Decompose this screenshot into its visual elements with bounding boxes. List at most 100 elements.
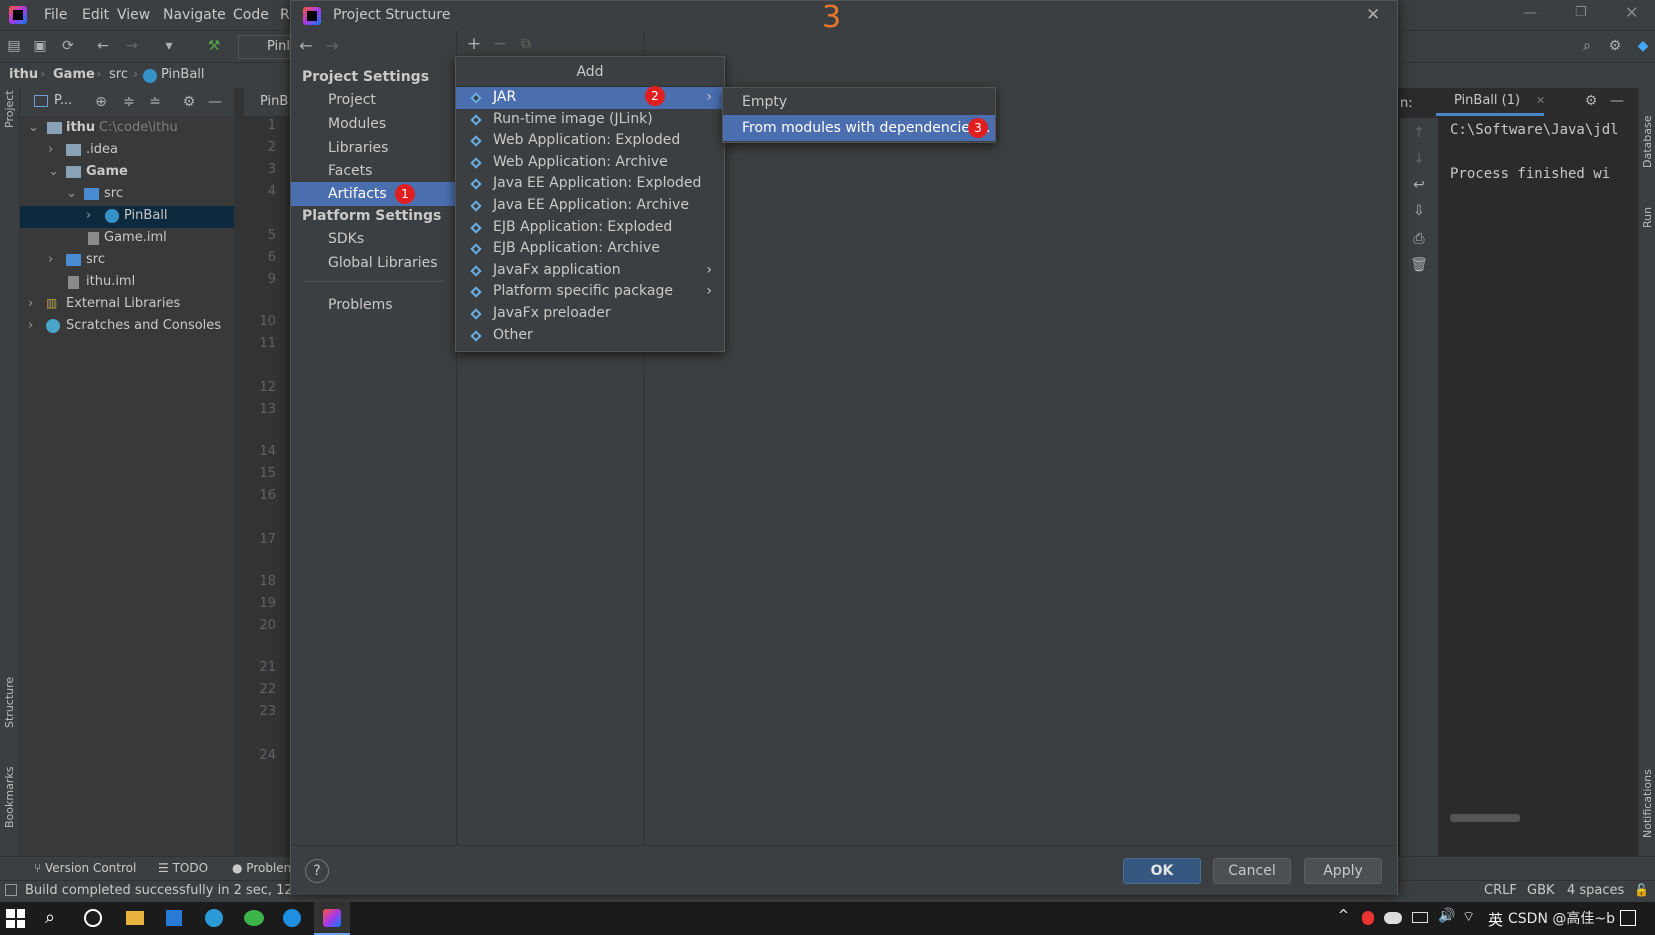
tray-qq-icon[interactable]	[1362, 911, 1374, 925]
search-taskbar-icon[interactable]: ⌕	[45, 907, 55, 928]
jetbrains-toolbox-icon[interactable]: ◆	[1634, 37, 1652, 55]
sync-icon[interactable]: ⟳	[59, 37, 77, 55]
console-output[interactable]: C:\Software\Java\jdl Process finished wi	[1438, 118, 1638, 856]
apply-button[interactable]: Apply	[1304, 858, 1382, 884]
sidebar-item-project[interactable]: Project	[291, 88, 457, 112]
encoding-indicator[interactable]: GBK	[1527, 883, 1555, 898]
menu-navigate[interactable]: Navigate	[163, 7, 226, 23]
breadcrumb-ithu[interactable]: ithu	[9, 67, 38, 82]
add-menu-item-run-time-image-jlink[interactable]: Run-time image (JLink)	[456, 109, 724, 131]
tree-item-src[interactable]: ⌄ src	[20, 184, 234, 206]
ok-button[interactable]: OK	[1123, 858, 1201, 884]
problems-tab[interactable]: ● Problen	[232, 861, 291, 875]
windows-start-icon[interactable]	[6, 909, 25, 928]
console-scrollbar[interactable]	[1450, 814, 1520, 822]
nav-back-icon[interactable]: ←	[297, 37, 315, 55]
sidebar-item-global-libraries[interactable]: Global Libraries	[291, 251, 457, 275]
version-control-tab[interactable]: ⑂ Version Control	[34, 861, 136, 875]
sidebar-item-artifacts[interactable]: Artifacts 1	[291, 182, 457, 206]
status-box-icon[interactable]	[5, 884, 17, 896]
forward-icon[interactable]: →	[123, 37, 141, 55]
add-menu-item-javafx-preloader[interactable]: JavaFx preloader	[456, 303, 724, 325]
add-menu-item-javafx-application[interactable]: JavaFx application ›	[456, 260, 724, 282]
menu-code[interactable]: Code	[233, 7, 269, 23]
todo-tab[interactable]: ☰ TODO	[158, 861, 208, 875]
hide-panel-icon[interactable]: —	[206, 93, 224, 111]
run-gear-icon[interactable]: ⚙	[1582, 92, 1600, 110]
menu-view[interactable]: View	[117, 7, 150, 23]
database-tool-tab[interactable]: Database	[1641, 116, 1654, 169]
back-icon[interactable]: ←	[94, 37, 112, 55]
run-tab[interactable]: PinBall (1) ✕	[1436, 90, 1545, 116]
help-button[interactable]: ?	[305, 859, 329, 883]
trash-icon[interactable]: 🗑	[1410, 256, 1428, 274]
menu-file[interactable]: File	[44, 7, 67, 23]
tree-item-ithu-iml[interactable]: ithu.iml	[20, 272, 234, 294]
sidebar-item-facets[interactable]: Facets	[291, 159, 457, 183]
store-icon[interactable]	[166, 910, 182, 926]
wechat-icon[interactable]	[244, 910, 264, 926]
tree-item-idea[interactable]: › .idea	[20, 140, 234, 162]
notifications-tool-tab[interactable]: Notifications	[1641, 769, 1654, 838]
cortana-icon[interactable]	[84, 909, 102, 927]
wifi-icon[interactable]: ⌔	[1462, 908, 1475, 926]
tree-item-game-iml[interactable]: Game.iml	[20, 228, 234, 250]
editor-tab[interactable]: PinB	[244, 88, 290, 116]
add-menu-item-java-ee-application-archive[interactable]: Java EE Application: Archive	[456, 195, 724, 217]
run-tool-tab[interactable]: Run	[1641, 207, 1654, 228]
breadcrumb-game[interactable]: Game	[53, 67, 95, 82]
add-menu-item-ejb-application-archive[interactable]: EJB Application: Archive	[456, 238, 724, 260]
lock-icon[interactable]: 🔓	[1634, 883, 1649, 897]
onedrive-icon[interactable]	[1384, 912, 1402, 924]
print-icon[interactable]: ⎙	[1410, 230, 1428, 248]
settings-gear-icon[interactable]: ⚙	[1606, 37, 1624, 55]
add-menu-item-java-ee-application-exploded[interactable]: Java EE Application: Exploded	[456, 173, 724, 195]
file-explorer-icon[interactable]	[126, 911, 144, 925]
down-arrow-icon[interactable]: ↓	[1410, 150, 1428, 168]
indent-indicator[interactable]: 4 spaces	[1567, 883, 1624, 898]
tree-item-external-libraries[interactable]: › ▥ External Libraries	[20, 294, 234, 316]
add-menu-item-other[interactable]: Other	[456, 325, 724, 347]
collapse-all-icon[interactable]: ≐	[146, 93, 164, 111]
nav-forward-icon[interactable]: →	[323, 37, 341, 55]
breadcrumb-pinball[interactable]: PinBall	[161, 67, 205, 82]
jar-submenu-empty[interactable]: Empty	[723, 89, 995, 115]
jar-submenu-from-modules[interactable]: From modules with dependencies... 3	[723, 115, 995, 141]
scroll-end-icon[interactable]: ⇩	[1410, 202, 1428, 220]
qq-browser-icon[interactable]	[283, 909, 301, 927]
tree-item-ithu[interactable]: ⌄ ithu C:\code\ithu	[20, 118, 234, 140]
add-icon[interactable]: +	[465, 35, 483, 53]
volume-icon[interactable]: 🔊	[1438, 908, 1455, 924]
hide-run-icon[interactable]: —	[1608, 92, 1626, 110]
add-menu-item-web-application-exploded[interactable]: Web Application: Exploded	[456, 130, 724, 152]
cancel-button[interactable]: Cancel	[1213, 858, 1291, 884]
minimize-icon[interactable]: —	[1523, 5, 1537, 21]
panel-gear-icon[interactable]: ⚙	[180, 93, 198, 111]
menu-edit[interactable]: Edit	[82, 7, 109, 23]
up-arrow-icon[interactable]: ↑	[1410, 124, 1428, 142]
run-config-selector[interactable]: Pinl	[238, 35, 290, 59]
save-icon[interactable]: ▣	[31, 37, 49, 55]
tree-item-src-root[interactable]: › src	[20, 250, 234, 272]
sidebar-item-modules[interactable]: Modules	[291, 112, 457, 136]
remove-icon[interactable]: −	[491, 35, 509, 53]
close-tab-icon[interactable]: ✕	[1536, 90, 1545, 112]
locate-icon[interactable]: ⊕	[92, 93, 110, 111]
soft-wrap-icon[interactable]: ↩	[1410, 176, 1428, 194]
restore-icon[interactable]: ❐	[1575, 5, 1587, 20]
add-menu-item-web-application-archive[interactable]: Web Application: Archive	[456, 152, 724, 174]
user-icon[interactable]: ▾	[160, 37, 178, 55]
build-hammer-icon[interactable]: ⚒	[205, 37, 223, 55]
tree-item-game[interactable]: ⌄ Game	[20, 162, 234, 184]
bookmarks-tool-tab[interactable]: Bookmarks	[3, 767, 16, 828]
open-folder-icon[interactable]: ▤	[5, 37, 23, 55]
edge-icon[interactable]	[205, 909, 223, 927]
sidebar-item-sdks[interactable]: SDKs	[291, 227, 457, 251]
project-tool-tab[interactable]: Project	[3, 90, 16, 128]
expand-all-icon[interactable]: ≑	[120, 93, 138, 111]
battery-icon[interactable]	[1412, 912, 1428, 923]
tray-chevron-icon[interactable]: ^	[1338, 908, 1349, 923]
menu-r[interactable]: R	[280, 7, 290, 23]
tree-item-pinball[interactable]: › PinBall	[20, 206, 234, 228]
copy-icon[interactable]: ⧉	[517, 35, 535, 53]
